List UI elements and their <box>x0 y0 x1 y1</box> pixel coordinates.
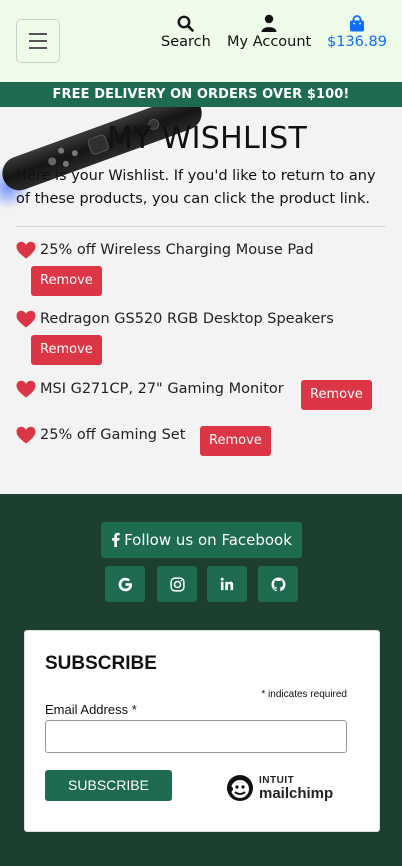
facebook-label: Follow us on Facebook <box>124 531 292 549</box>
search-label: Search <box>161 34 211 50</box>
heart-icon <box>16 426 36 444</box>
remove-button[interactable]: Remove <box>301 380 372 410</box>
remove-button[interactable]: Remove <box>200 426 271 456</box>
user-icon <box>261 12 277 34</box>
linkedin-link[interactable] <box>207 566 247 602</box>
shopping-bag-icon <box>349 12 365 34</box>
account-label: My Account <box>227 34 312 50</box>
hamburger-line <box>29 47 47 49</box>
google-link[interactable] <box>105 566 145 602</box>
heart-icon <box>16 310 36 328</box>
search-icon <box>177 12 195 34</box>
brand-bottom: mailchimp <box>259 784 334 802</box>
heart-icon <box>16 241 36 259</box>
delivery-banner: FREE DELIVERY ON ORDERS OVER $100! <box>0 82 402 107</box>
heart-icon <box>16 380 36 398</box>
account-nav-link[interactable]: My Account <box>227 12 311 50</box>
bag-total: $136.89 <box>327 34 387 50</box>
wishlist-item: MSI G271CP, 27" Gaming Monitor <box>16 380 284 398</box>
wishlist-item-link[interactable]: MSI G271CP, 27" Gaming Monitor <box>40 381 284 397</box>
github-icon <box>270 576 286 591</box>
facebook-follow-button[interactable]: Follow us on Facebook <box>101 522 302 558</box>
wishlist-intro: Here is your Wishlist. If you'd like to … <box>16 168 376 207</box>
remove-button[interactable]: Remove <box>31 335 102 365</box>
linkedin-icon <box>220 577 234 591</box>
wishlist-item-link[interactable]: Redragon GS520 RGB Desktop Speakers <box>40 311 334 327</box>
instagram-icon <box>169 576 185 592</box>
hamburger-line <box>29 40 47 42</box>
wishlist-section: MY WISHLIST Here is your Wishlist. If yo… <box>0 107 402 494</box>
footer: Follow us on Facebook SUBSCRIBE * indica… <box>0 494 402 866</box>
mailchimp-icon <box>227 775 253 801</box>
menu-toggle-button[interactable] <box>16 19 60 63</box>
mailchimp-logo: INTUIT mailchimp <box>225 773 333 803</box>
wishlist-item: Redragon GS520 RGB Desktop Speakers <box>16 310 334 328</box>
email-field[interactable] <box>45 720 347 753</box>
subscribe-heading: SUBSCRIBE <box>45 653 157 674</box>
wishlist-item: 25% off Gaming Set <box>16 426 185 444</box>
google-icon <box>118 577 132 591</box>
instagram-link[interactable] <box>157 566 197 602</box>
github-link[interactable] <box>258 566 298 602</box>
subscribe-form: SUBSCRIBE * indicates required Email Add… <box>24 630 380 832</box>
brand-top: INTUIT <box>259 774 295 786</box>
divider <box>16 226 386 227</box>
required-note: * indicates required <box>261 689 347 700</box>
facebook-icon <box>112 532 120 547</box>
hamburger-line <box>29 33 47 35</box>
search-nav-link[interactable]: Search <box>161 12 211 50</box>
email-label: Email Address * <box>45 702 137 717</box>
page-title: MY WISHLIST <box>107 121 308 156</box>
wishlist-item-link[interactable]: 25% off Wireless Charging Mouse Pad <box>40 242 314 258</box>
subscribe-button[interactable]: SUBSCRIBE <box>45 770 172 801</box>
remove-button[interactable]: Remove <box>31 266 102 296</box>
top-navbar: Search My Account $136.89 <box>0 0 402 82</box>
wishlist-item-link[interactable]: 25% off Gaming Set <box>40 427 185 443</box>
shopping-bag-link[interactable]: $136.89 <box>327 12 387 50</box>
wishlist-item: 25% off Wireless Charging Mouse Pad <box>16 241 314 259</box>
